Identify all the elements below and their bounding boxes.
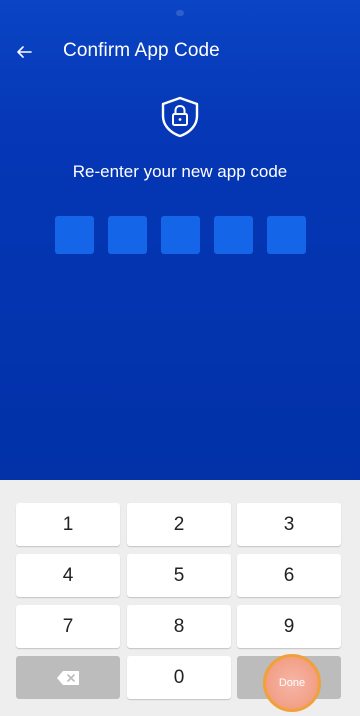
key-5[interactable]: 5 [127, 554, 231, 597]
code-digit-box [108, 216, 147, 254]
toolbar: Confirm App Code [0, 24, 360, 80]
key-8[interactable]: 8 [127, 605, 231, 648]
key-1[interactable]: 1 [16, 503, 120, 546]
key-3[interactable]: 3 [237, 503, 341, 546]
key-4[interactable]: 4 [16, 554, 120, 597]
app-area: Confirm App Code Re-enter your new app c… [0, 0, 360, 480]
code-digit-box [161, 216, 200, 254]
screen: Confirm App Code Re-enter your new app c… [0, 0, 360, 716]
key-2[interactable]: 2 [127, 503, 231, 546]
status-bar [0, 0, 360, 24]
code-input[interactable] [55, 216, 306, 254]
code-prompt: Re-enter your new app code [72, 162, 288, 181]
backspace-button[interactable] [16, 656, 120, 699]
page-title: Confirm App Code [63, 40, 220, 61]
shield-lock-icon [161, 96, 199, 138]
code-digit-box [267, 216, 306, 254]
arrow-left-icon [17, 46, 32, 58]
back-button[interactable] [6, 30, 42, 74]
key-9[interactable]: 9 [237, 605, 341, 648]
camera-notch [176, 10, 184, 16]
key-0[interactable]: 0 [127, 656, 231, 699]
code-digit-box [55, 216, 94, 254]
backspace-icon [57, 670, 79, 685]
code-digit-box [214, 216, 253, 254]
done-button[interactable]: Done [263, 654, 321, 712]
numeric-keypad: 1 2 3 4 5 6 7 8 9 0 Done [0, 480, 360, 716]
key-7[interactable]: 7 [16, 605, 120, 648]
key-6[interactable]: 6 [237, 554, 341, 597]
